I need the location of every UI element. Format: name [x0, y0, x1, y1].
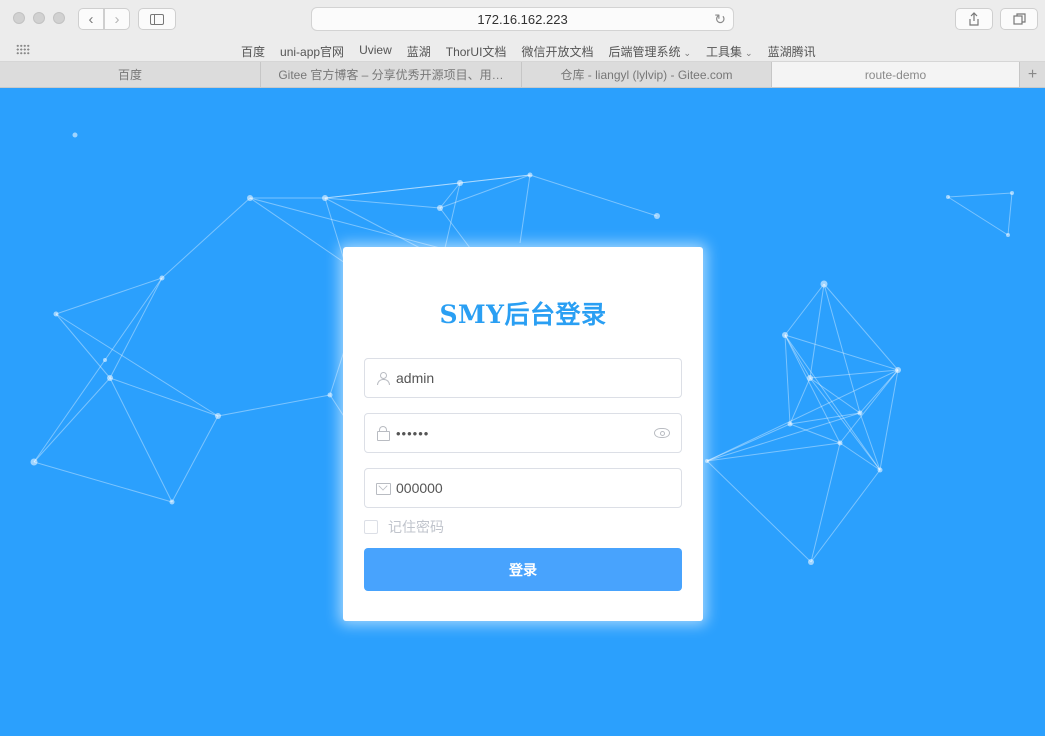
browser-tab[interactable]: Gitee 官方博客 – 分享优秀开源项目、用… — [261, 62, 522, 87]
login-title: SMY后台登录 — [439, 300, 607, 329]
sidebar-toggle-button[interactable] — [138, 8, 176, 30]
remember-password[interactable]: 记住密码 — [364, 517, 444, 537]
bookmark-label: 后端管理系统 — [608, 45, 681, 59]
bookmark-label: 蓝湖 — [406, 45, 431, 59]
tab-bar: 百度 Gitee 官方博客 – 分享优秀开源项目、用… 仓库 - liangyl… — [0, 62, 1045, 88]
browser-tab[interactable]: 百度 — [0, 62, 261, 87]
username-value: admin — [396, 370, 435, 386]
login-card: SMY后台登录 admin •••••• 000000 记住密码 登录 — [343, 247, 703, 621]
bookmark-item[interactable]: 蓝湖 — [407, 43, 431, 60]
chevron-down-icon: ⌄ — [683, 48, 692, 58]
back-button[interactable]: ‹ — [78, 8, 104, 30]
bookmark-list: 百度 uni-app官网 Uview 蓝湖 ThorUI文档 微信开放文档 后端管理系统 ⌄ 工… — [241, 43, 831, 60]
browser-tab[interactable]: 仓库 - liangyl (lylvip) - Gitee.com — [522, 62, 772, 87]
bookmark-label: 百度 — [241, 45, 266, 59]
address-bar[interactable]: 172.16.162.223 ↻ — [311, 7, 734, 31]
lock-icon — [376, 426, 390, 441]
browser-tab-active[interactable]: route-demo — [772, 62, 1020, 87]
password-input[interactable]: •••••• — [364, 413, 682, 453]
new-tab-button[interactable]: + — [1020, 62, 1045, 87]
grid-icon[interactable] — [16, 44, 30, 55]
bookmark-label: 工具集 — [706, 45, 743, 59]
password-value: •••••• — [396, 425, 430, 441]
forward-button[interactable]: › — [104, 8, 130, 30]
bookmark-item[interactable]: 百度 — [241, 43, 265, 60]
bookmark-item[interactable]: 后端管理系统 ⌄ — [608, 43, 691, 60]
bookmark-item[interactable]: uni-app官网 — [280, 43, 344, 60]
bookmark-label: uni-app官网 — [280, 45, 345, 59]
user-icon — [376, 371, 390, 385]
close-window-button[interactable] — [13, 12, 25, 24]
bookmark-label: Uview — [359, 43, 392, 57]
tab-overview-button[interactable] — [1000, 8, 1038, 30]
bookmark-item[interactable]: ThorUI文档 — [446, 43, 507, 60]
bookmark-item[interactable]: 蓝湖腾讯 — [768, 43, 816, 60]
bookmark-label: 蓝湖腾讯 — [767, 45, 816, 59]
bookmarks-bar: 百度 uni-app官网 Uview 蓝湖 ThorUI文档 微信开放文档 后端管理系统 ⌄ 工… — [0, 38, 1045, 62]
zoom-window-button[interactable] — [53, 12, 65, 24]
login-button[interactable]: 登录 — [364, 548, 682, 591]
code-value: 000000 — [396, 480, 443, 496]
username-input[interactable]: admin — [364, 358, 682, 398]
chevron-down-icon: ⌄ — [745, 48, 753, 58]
tabs-icon — [1012, 13, 1026, 25]
login-page: SMY后台登录 admin •••••• 000000 记住密码 登录 — [0, 88, 1045, 736]
share-icon — [969, 12, 979, 26]
remember-label: 记住密码 — [388, 519, 444, 535]
url-text: 172.16.162.223 — [477, 11, 568, 27]
verification-code-input[interactable]: 000000 — [364, 468, 682, 508]
bookmark-label: ThorUI文档 — [445, 45, 507, 59]
share-button[interactable] — [955, 8, 993, 30]
bookmark-item[interactable]: Uview — [359, 43, 392, 60]
bookmark-label: 微信开放文档 — [521, 45, 594, 59]
bookmark-item[interactable]: 工具集 ⌄ — [706, 43, 753, 60]
bookmark-item[interactable]: 微信开放文档 — [521, 43, 593, 60]
chevron-right-icon: › — [114, 10, 120, 28]
mail-icon — [376, 481, 391, 495]
sidebar-icon — [150, 13, 164, 25]
remember-checkbox[interactable] — [364, 520, 378, 534]
reload-icon[interactable]: ↻ — [714, 11, 726, 28]
chevron-left-icon: ‹ — [88, 10, 94, 28]
minimize-window-button[interactable] — [33, 12, 45, 24]
eye-icon[interactable] — [654, 428, 670, 438]
browser-titlebar: ‹ › 172.16.162.223 ↻ — [0, 0, 1045, 38]
